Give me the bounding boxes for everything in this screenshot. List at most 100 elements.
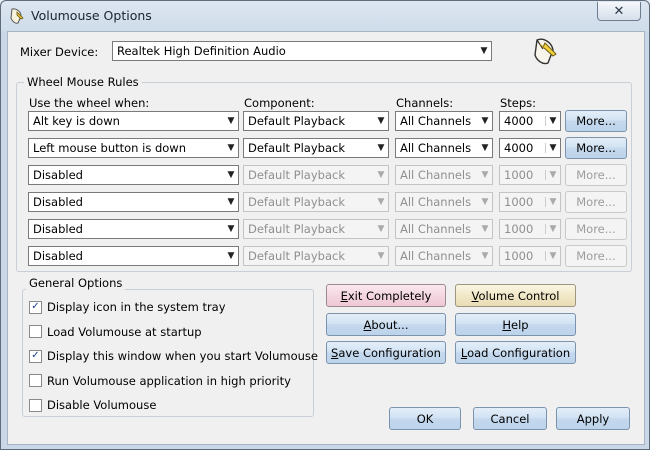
wheel-condition-value: Disabled [33,195,83,209]
wheel-condition-select[interactable]: Disabled ▼ [28,246,239,266]
channels-select-value: All Channels [400,249,472,263]
chevron-down-icon: ▼ [227,224,235,234]
general-option[interactable]: Disable Volumouse [29,398,156,412]
component-header: Component: [244,96,315,110]
more-button: More... [565,164,627,186]
chevron-down-icon: ▼ [481,143,489,153]
steps-select-value: 1000 [504,222,534,236]
steps-select-value: 1000 [504,249,534,263]
general-option-label: Load Volumouse at startup [47,324,202,339]
checkbox-unchecked[interactable] [29,325,42,338]
dialog-body: Mixer Device: Realtek High Definition Au… [7,31,645,445]
mixer-device-value: Realtek High Definition Audio [117,44,286,58]
channels-select-value: All Channels [400,114,472,128]
wheel-condition-select[interactable]: Disabled ▼ [28,219,239,239]
app-mouse-icon [10,8,24,24]
checkbox-unchecked[interactable] [29,398,42,412]
general-option[interactable]: Load Volumouse at startup [29,325,202,339]
exit-completely-button[interactable]: Exit Completely [326,284,446,307]
mixer-device-select[interactable]: Realtek High Definition Audio ▼ [112,41,492,61]
channels-select: All Channels ▼ [395,192,493,212]
chevron-down-icon: ▼ [545,224,560,234]
component-select-value: Default Playback [248,168,345,182]
wheel-condition-value: Disabled [33,168,83,182]
channels-select: All Channels ▼ [395,246,493,266]
chevron-down-icon: ▼ [227,251,235,261]
channels-select[interactable]: All Channels ▼ [395,111,493,131]
steps-select-value: 4000 [504,141,534,155]
steps-select: 1000 ▼ [499,192,561,212]
steps-select: 1000 ▼ [499,219,561,239]
general-option-label: Run Volumouse application in high priori… [47,373,291,388]
load-configuration-button[interactable]: Load Configuration [455,341,576,364]
general-option-label: Display this window when you start Volum… [47,349,318,363]
channels-select-value: All Channels [400,141,472,155]
chevron-down-icon: ▼ [481,224,489,234]
window-title: Volumouse Options [31,8,152,23]
general-options-title: General Options [26,276,126,290]
general-option-label: Disable Volumouse [47,398,157,412]
chevron-down-icon: ▼ [377,143,385,153]
apply-button[interactable]: Apply [556,407,630,430]
channels-header: Channels: [396,96,454,110]
save-configuration-button[interactable]: Save Configuration [326,341,446,364]
channels-select: All Channels ▼ [395,165,493,185]
steps-select[interactable]: 4000 ▼ [499,111,561,131]
steps-select: 1000 ▼ [499,165,561,185]
wheel-mouse-rules-title: Wheel Mouse Rules [24,75,142,89]
cancel-button[interactable]: Cancel [473,407,547,430]
wheel-condition-select[interactable]: Alt key is down ▼ [28,111,239,131]
more-button: More... [565,218,627,240]
steps-select-value: 4000 [504,114,534,128]
wheel-condition-select[interactable]: Disabled ▼ [28,165,239,185]
help-button[interactable]: Help [455,313,576,336]
close-icon: ✕ [613,3,625,19]
mouse-volume-icon [534,38,557,65]
steps-select: 1000 ▼ [499,246,561,266]
title-bar: Volumouse Options ✕ [1,1,649,31]
chevron-down-icon: ▼ [227,197,235,207]
channels-select: All Channels ▼ [395,219,493,239]
general-option[interactable]: Run Volumouse application in high priori… [29,374,291,388]
chevron-down-icon: ▼ [481,170,489,180]
steps-select[interactable]: 4000 ▼ [499,138,561,158]
chevron-down-icon: ▼ [545,143,560,153]
chevron-down-icon: ▼ [227,143,235,153]
close-button[interactable]: ✕ [597,2,641,21]
use-wheel-header: Use the wheel when: [29,96,150,110]
more-button[interactable]: More... [565,110,627,132]
chevron-down-icon: ▼ [545,170,560,180]
wheel-condition-value: Disabled [33,249,83,263]
chevron-down-icon: ▼ [377,197,385,207]
chevron-down-icon: ▼ [377,251,385,261]
more-button: More... [565,245,627,267]
general-option[interactable]: ✓ Display icon in the system tray [29,300,226,314]
chevron-down-icon: ▼ [377,116,385,126]
channels-select[interactable]: All Channels ▼ [395,138,493,158]
general-option[interactable]: ✓ Display this window when you start Volu… [29,349,318,363]
chevron-down-icon: ▼ [480,46,488,56]
checkbox-checked[interactable]: ✓ [29,300,42,314]
ok-button[interactable]: OK [389,407,461,430]
wheel-condition-select[interactable]: Disabled ▼ [28,192,239,212]
component-select: Default Playback ▼ [243,165,389,185]
chevron-down-icon: ▼ [545,197,560,207]
more-button[interactable]: More... [565,137,627,159]
wheel-condition-value: Alt key is down [33,114,120,128]
checkbox-unchecked[interactable] [29,374,42,387]
about-button[interactable]: About... [326,313,446,336]
checkbox-checked[interactable]: ✓ [29,349,42,363]
component-select: Default Playback ▼ [243,219,389,239]
component-select[interactable]: Default Playback ▼ [243,111,389,131]
volume-control-button[interactable]: Volume Control [455,284,576,307]
chevron-down-icon: ▼ [545,251,560,261]
wheel-condition-value: Left mouse button is down [33,141,186,155]
chevron-down-icon: ▼ [227,170,235,180]
channels-select-value: All Channels [400,222,472,236]
chevron-down-icon: ▼ [377,170,385,180]
wheel-condition-select[interactable]: Left mouse button is down ▼ [28,138,239,158]
component-select[interactable]: Default Playback ▼ [243,138,389,158]
wheel-condition-value: Disabled [33,222,83,236]
channels-select-value: All Channels [400,168,472,182]
steps-select-value: 1000 [504,195,534,209]
